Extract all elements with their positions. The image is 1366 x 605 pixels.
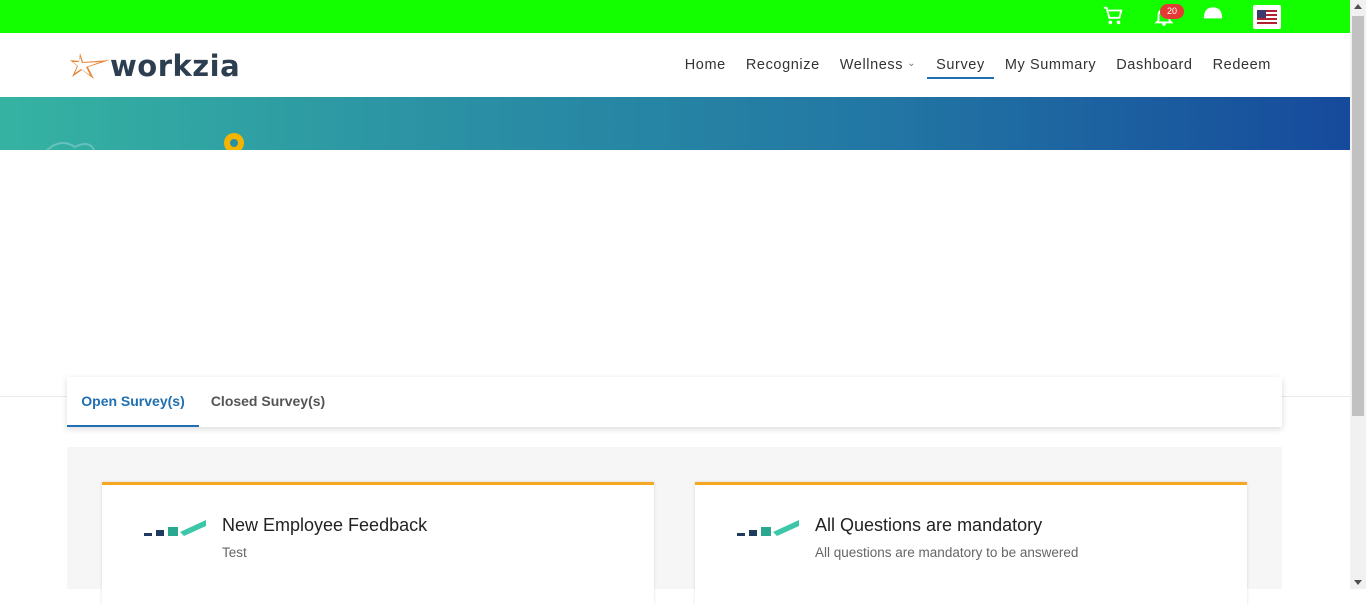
survey-card[interactable]: All Questions are mandatory All question…	[695, 482, 1247, 605]
page-scrollbar[interactable]	[1350, 0, 1366, 589]
nav-my-summary[interactable]: My Summary	[1005, 33, 1096, 97]
tab-open-surveys[interactable]: Open Survey(s)	[67, 377, 199, 427]
nav-wellness[interactable]: Wellness ⌄	[840, 33, 916, 97]
scrollbar-thumb[interactable]	[1352, 16, 1364, 416]
top-bar: 20	[0, 0, 1350, 33]
banner-decoration-icon	[45, 133, 244, 150]
us-flag-icon[interactable]	[1253, 5, 1281, 29]
survey-title: New Employee Feedback	[222, 515, 428, 535]
nav-recognize[interactable]: Recognize	[746, 33, 820, 97]
nav-dashboard[interactable]: Dashboard	[1116, 33, 1192, 97]
brand-name: workzia	[110, 49, 241, 83]
cart-icon[interactable]	[1102, 5, 1124, 27]
survey-chart-icon	[144, 520, 206, 536]
chevron-down-icon: ⌄	[907, 58, 917, 69]
nav-survey[interactable]: Survey	[927, 33, 994, 97]
star-logo-icon	[70, 53, 110, 79]
survey-tabs: Open Survey(s) Closed Survey(s)	[67, 377, 1282, 427]
scroll-up-arrow-icon[interactable]	[1354, 4, 1362, 9]
user-avatar-icon[interactable]	[1202, 5, 1224, 19]
brand-logo[interactable]: workzia	[70, 49, 240, 83]
scroll-down-arrow-icon[interactable]	[1354, 580, 1362, 585]
nav-home[interactable]: Home	[685, 33, 726, 97]
survey-title: All Questions are mandatory	[815, 515, 1043, 535]
nav-redeem[interactable]: Redeem	[1213, 33, 1271, 97]
nav-wellness-label: Wellness	[839, 57, 904, 73]
tab-closed-surveys[interactable]: Closed Survey(s)	[199, 377, 337, 427]
main-navbar: workzia Home Recognize Wellness ⌄ Survey …	[0, 33, 1350, 97]
survey-chart-icon	[737, 520, 799, 536]
survey-description: Test	[222, 545, 247, 560]
survey-card[interactable]: New Employee Feedback Test	[102, 482, 654, 605]
primary-nav: Home Recognize Wellness ⌄ Survey My Summa…	[665, 33, 1271, 97]
hero-banner	[0, 97, 1350, 150]
notification-count-badge: 20	[1160, 4, 1184, 19]
survey-description: All questions are mandatory to be answer…	[815, 545, 1079, 560]
